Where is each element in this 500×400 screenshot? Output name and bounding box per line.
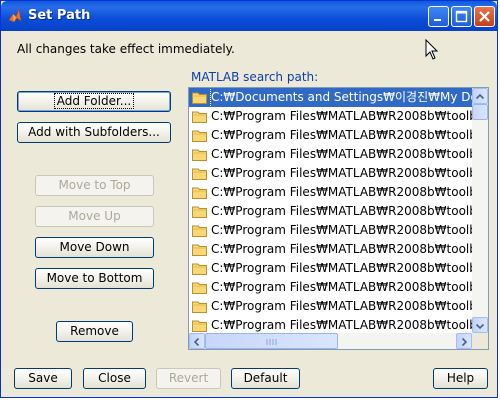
path-list-label: MATLAB search path: bbox=[191, 70, 319, 84]
path-list-item-text: C:₩Documents and Settings₩이경진₩My Documen… bbox=[210, 88, 473, 107]
vertical-scrollbar[interactable] bbox=[472, 88, 488, 333]
folder-icon bbox=[192, 168, 207, 180]
move-to-bottom-button[interactable]: Move to Bottom bbox=[35, 268, 154, 289]
minimize-button[interactable] bbox=[428, 6, 449, 27]
folder-icon bbox=[192, 244, 207, 256]
horizontal-scrollbar[interactable] bbox=[189, 333, 472, 349]
scrollbar-corner bbox=[472, 333, 488, 349]
scroll-left-arrow-icon bbox=[193, 337, 200, 347]
path-list-item[interactable]: C:₩Program Files₩MATLAB₩R2008b₩toolbox₩m… bbox=[189, 202, 473, 221]
folder-icon bbox=[192, 225, 207, 237]
path-list-item[interactable]: C:₩Documents and Settings₩이경진₩My Documen… bbox=[189, 88, 473, 107]
path-list-item[interactable]: C:₩Program Files₩MATLAB₩R2008b₩toolbox₩m… bbox=[189, 145, 473, 164]
path-list-item-text: C:₩Program Files₩MATLAB₩R2008b₩toolbox₩m… bbox=[211, 223, 473, 237]
scroll-right-arrow-icon bbox=[461, 337, 468, 347]
folder-icon bbox=[192, 206, 207, 218]
close-window-button[interactable] bbox=[474, 6, 495, 27]
path-list-item-text: C:₩Program Files₩MATLAB₩R2008b₩toolbox₩m… bbox=[211, 109, 473, 123]
revert-button[interactable]: Revert bbox=[156, 368, 221, 389]
path-list-item-text: C:₩Program Files₩MATLAB₩R2008b₩toolbox₩m… bbox=[211, 166, 473, 180]
mouse-cursor-icon bbox=[425, 39, 439, 60]
path-list-item[interactable]: C:₩Program Files₩MATLAB₩R2008b₩toolbox₩m… bbox=[189, 164, 473, 183]
scroll-left-button[interactable] bbox=[189, 333, 205, 349]
path-list-item[interactable]: C:₩Program Files₩MATLAB₩R2008b₩toolbox₩m… bbox=[189, 297, 473, 316]
save-button[interactable]: Save bbox=[14, 368, 72, 389]
path-list-item[interactable]: C:₩Program Files₩MATLAB₩R2008b₩toolbox₩m… bbox=[189, 221, 473, 240]
default-button[interactable]: Default bbox=[231, 368, 300, 389]
maximize-button[interactable] bbox=[451, 6, 472, 27]
path-list-item[interactable]: C:₩Program Files₩MATLAB₩R2008b₩toolbox₩m… bbox=[189, 183, 473, 202]
path-list-item[interactable]: C:₩Program Files₩MATLAB₩R2008b₩toolbox₩m… bbox=[189, 259, 473, 278]
maximize-icon bbox=[455, 10, 468, 23]
grip-icon bbox=[266, 339, 277, 345]
path-list-item[interactable]: C:₩Program Files₩MATLAB₩R2008b₩toolbox₩m… bbox=[189, 278, 473, 297]
scroll-up-arrow-icon bbox=[475, 93, 485, 100]
folder-icon bbox=[192, 301, 207, 313]
path-list-item-text: C:₩Program Files₩MATLAB₩R2008b₩toolbox₩m… bbox=[211, 128, 473, 142]
close-icon bbox=[479, 11, 490, 22]
remove-button[interactable]: Remove bbox=[56, 321, 133, 342]
help-button[interactable]: Help bbox=[433, 368, 488, 389]
path-listbox[interactable]: C:₩Documents and Settings₩이경진₩My Documen… bbox=[188, 87, 489, 350]
move-up-button[interactable]: Move Up bbox=[35, 206, 154, 227]
add-with-subfolders-button[interactable]: Add with Subfolders... bbox=[17, 122, 171, 143]
path-list-item[interactable]: C:₩Program Files₩MATLAB₩R2008b₩toolbox₩m… bbox=[189, 107, 473, 126]
scroll-down-arrow-icon bbox=[475, 323, 485, 330]
path-list-item-text: C:₩Program Files₩MATLAB₩R2008b₩toolbox₩m… bbox=[211, 185, 473, 199]
path-list-item[interactable]: C:₩Program Files₩MATLAB₩R2008b₩toolbox₩m… bbox=[189, 126, 473, 145]
path-list-item-text: C:₩Program Files₩MATLAB₩R2008b₩toolbox₩m… bbox=[211, 299, 473, 313]
folder-icon bbox=[192, 149, 207, 161]
path-list-item[interactable]: C:₩Program Files₩MATLAB₩R2008b₩toolbox₩m… bbox=[189, 240, 473, 259]
window-title: Set Path bbox=[28, 8, 91, 23]
matlab-logo-icon bbox=[8, 8, 22, 23]
add-folder-label: Add Folder... bbox=[53, 93, 135, 109]
move-down-button[interactable]: Move Down bbox=[35, 237, 154, 258]
folder-icon bbox=[192, 282, 207, 294]
close-button[interactable]: Close bbox=[83, 368, 146, 389]
add-folder-button[interactable]: Add Folder... bbox=[17, 91, 171, 112]
path-list-item-text: C:₩Program Files₩MATLAB₩R2008b₩toolbox₩m… bbox=[211, 280, 473, 294]
scroll-up-button[interactable] bbox=[472, 88, 488, 104]
move-to-top-button[interactable]: Move to Top bbox=[35, 175, 154, 196]
folder-icon bbox=[192, 111, 207, 123]
path-list-item-text: C:₩Program Files₩MATLAB₩R2008b₩toolbox₩m… bbox=[211, 242, 473, 256]
scroll-right-button[interactable] bbox=[456, 333, 472, 349]
path-list-item-text: C:₩Program Files₩MATLAB₩R2008b₩toolbox₩m… bbox=[211, 147, 473, 161]
scroll-down-button[interactable] bbox=[472, 317, 488, 333]
vertical-scroll-thumb[interactable] bbox=[472, 104, 488, 120]
folder-icon bbox=[192, 263, 207, 275]
folder-icon bbox=[192, 187, 207, 199]
folder-icon bbox=[192, 320, 207, 332]
set-path-dialog: Set Path All changes take effect immedia… bbox=[0, 0, 498, 398]
info-text: All changes take effect immediately. bbox=[17, 42, 235, 56]
folder-icon bbox=[192, 92, 207, 104]
folder-icon bbox=[192, 130, 207, 142]
path-list-item-text: C:₩Program Files₩MATLAB₩R2008b₩toolbox₩m… bbox=[211, 204, 473, 218]
path-list-item-text: C:₩Program Files₩MATLAB₩R2008b₩toolbox₩m… bbox=[211, 261, 473, 275]
horizontal-scroll-thumb[interactable] bbox=[205, 333, 338, 349]
title-bar[interactable]: Set Path bbox=[1, 1, 497, 31]
minimize-icon bbox=[434, 19, 441, 21]
